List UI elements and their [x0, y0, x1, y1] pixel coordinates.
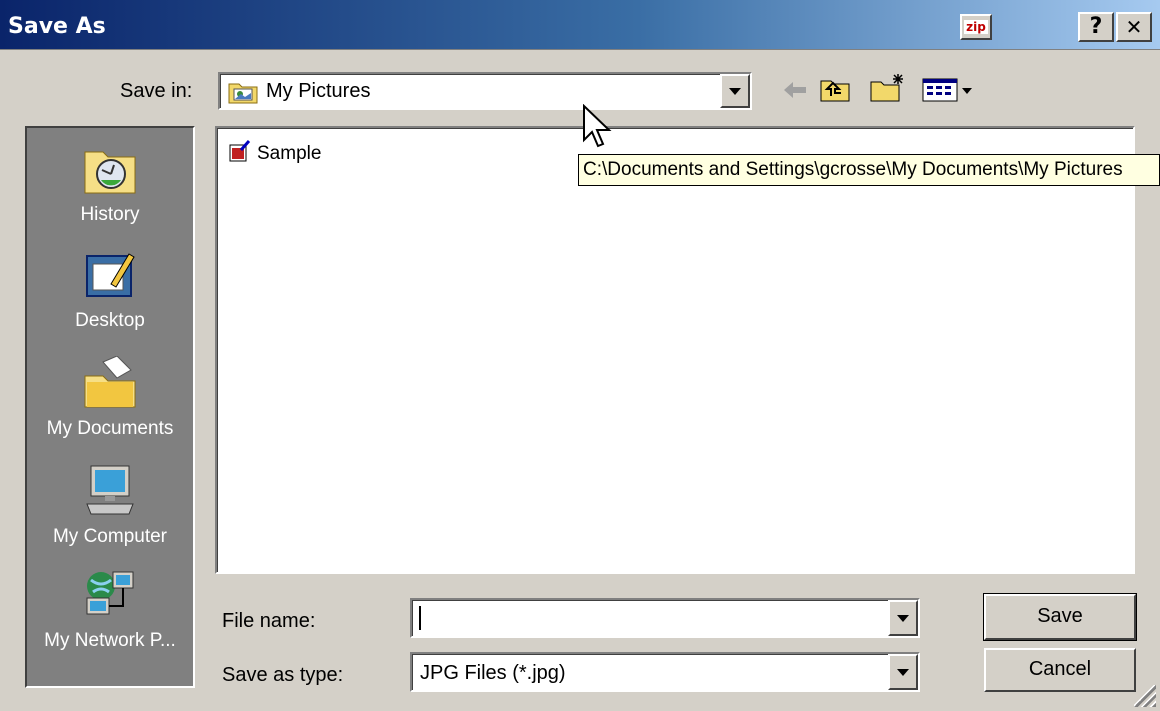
save-as-type-dropdown[interactable]: JPG Files (*.jpg)	[410, 652, 920, 692]
desktop-icon	[27, 248, 193, 308]
up-one-level-icon[interactable]	[820, 76, 850, 108]
title-bar[interactable]: Save As zip ? ✕	[0, 0, 1160, 50]
window-title: Save As	[8, 14, 106, 39]
save-as-type-dropdown-button[interactable]	[888, 654, 918, 690]
image-file-icon	[229, 140, 251, 168]
file-list[interactable]: Sample	[215, 126, 1135, 574]
place-label: Desktop	[75, 310, 145, 331]
my-documents-icon	[27, 355, 193, 416]
save-as-type-label: Save as type:	[222, 664, 344, 686]
save-in-label: Save in:	[120, 80, 193, 102]
close-button[interactable]: ✕	[1116, 12, 1152, 42]
picture-folder-icon	[228, 80, 258, 110]
save-in-value: My Pictures	[266, 80, 371, 102]
new-folder-icon[interactable]	[870, 72, 906, 108]
resize-grip[interactable]	[1134, 685, 1156, 707]
place-history[interactable]: History	[27, 142, 193, 226]
place-desktop[interactable]: Desktop	[27, 248, 193, 332]
list-item[interactable]: Sample	[229, 140, 321, 168]
zip-icon: zip	[964, 20, 988, 34]
file-name-dropdown-button[interactable]	[888, 600, 918, 636]
place-label: My Documents	[46, 418, 174, 439]
zip-button[interactable]: zip	[960, 14, 992, 40]
help-button[interactable]: ?	[1078, 12, 1114, 42]
save-as-type-value: JPG Files (*.jpg)	[420, 662, 566, 684]
place-label: My Network P...	[44, 630, 176, 651]
chevron-down-icon	[897, 614, 909, 622]
my-computer-icon	[27, 464, 193, 524]
place-my-network-places[interactable]: My Network P...	[27, 568, 193, 652]
place-my-computer[interactable]: My Computer	[27, 464, 193, 548]
chevron-down-icon	[729, 87, 741, 95]
chevron-down-icon	[897, 668, 909, 676]
path-tooltip: C:\Documents and Settings\gcrosse\My Doc…	[578, 154, 1160, 186]
file-name-label: File name:	[222, 610, 316, 632]
save-button[interactable]: Save	[983, 593, 1137, 641]
text-cursor	[419, 606, 421, 630]
back-arrow-icon[interactable]	[782, 80, 808, 106]
place-label: History	[80, 204, 140, 225]
cancel-button[interactable]: Cancel	[984, 648, 1136, 692]
view-menu-icon[interactable]	[922, 78, 976, 108]
history-icon	[27, 142, 193, 202]
file-name-label: Sample	[257, 143, 322, 164]
save-in-dropdown-button[interactable]	[720, 74, 750, 108]
place-label: My Computer	[52, 526, 168, 547]
file-name-input[interactable]	[410, 598, 920, 638]
save-in-dropdown[interactable]: My Pictures	[218, 72, 752, 110]
my-network-places-icon	[27, 568, 193, 628]
places-bar: History Desktop My Documents My Computer…	[25, 126, 195, 688]
place-my-documents[interactable]: My Documents	[27, 355, 193, 440]
mouse-cursor-icon	[582, 103, 612, 156]
